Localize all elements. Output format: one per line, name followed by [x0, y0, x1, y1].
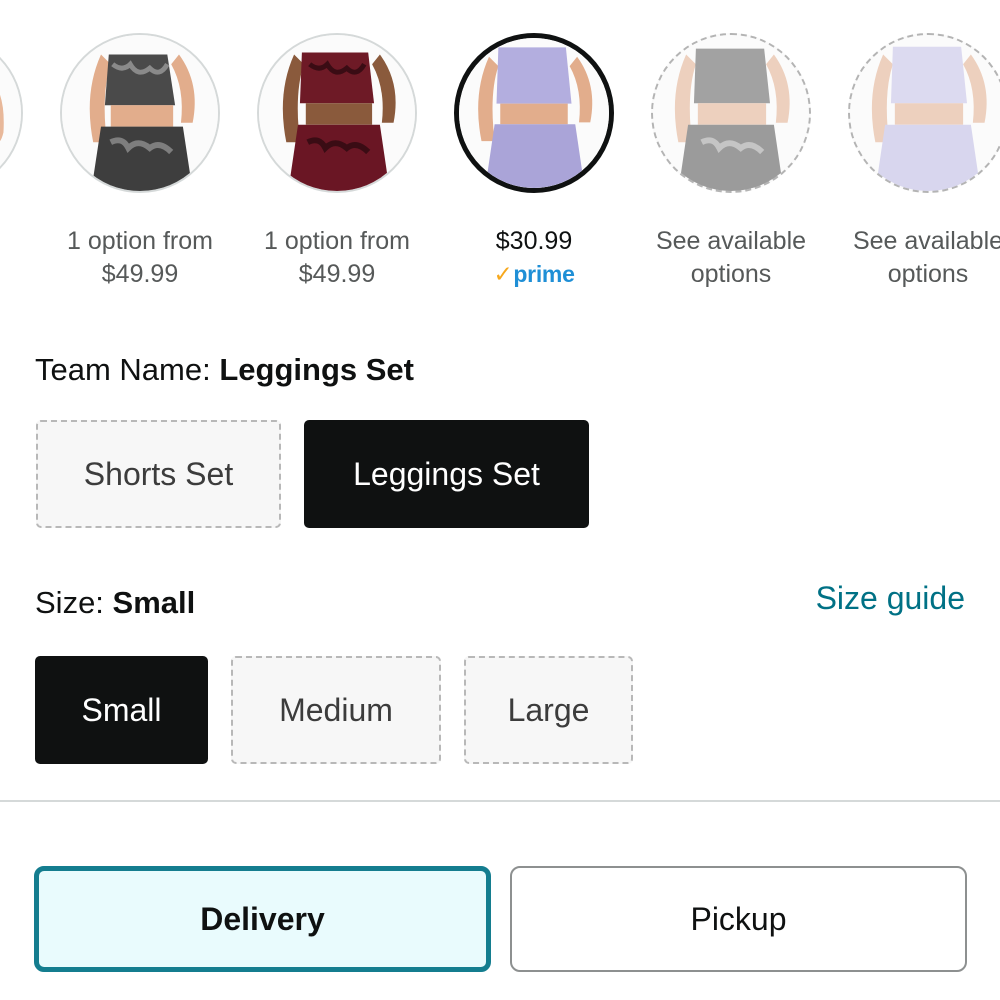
size-option-medium[interactable]: Medium — [231, 656, 441, 764]
swatch-image — [257, 33, 417, 193]
delivery-tab[interactable]: Delivery — [34, 866, 491, 972]
swatch-caption-line: See available — [655, 227, 807, 255]
swatch-image — [651, 33, 811, 193]
swatch-image — [0, 33, 23, 193]
swatch-caption: See available options — [828, 225, 1000, 291]
section-divider — [0, 800, 1000, 802]
size-option-large[interactable]: Large — [464, 656, 633, 764]
swatch-image — [60, 33, 220, 193]
swatch-image — [848, 33, 1000, 193]
team-option-leggings-set[interactable]: Leggings Set — [304, 420, 589, 528]
swatch-caption-line: options — [887, 260, 969, 288]
team-name-label: Team Name: Leggings Set — [35, 352, 414, 388]
size-option-small[interactable]: Small — [35, 656, 208, 764]
swatch-caption-line: options — [690, 260, 772, 288]
pickup-tab[interactable]: Pickup — [510, 866, 967, 972]
team-name-selected-value: Leggings Set — [219, 352, 414, 387]
prime-badge: ✓prime — [434, 258, 634, 291]
prime-label: prime — [513, 261, 575, 287]
team-option-shorts-set[interactable]: Shorts Set — [36, 420, 281, 528]
swatch-caption-line: 1 option from — [264, 227, 410, 255]
style-swatch-carousel[interactable]: 1 option from $49.99 1 option from $49.9… — [0, 0, 1000, 300]
swatch-price: $30.99 — [495, 227, 573, 255]
swatch-caption: See available options — [631, 225, 831, 291]
size-label: Size: Small — [35, 585, 195, 621]
swatch-caption-line: 1 option from — [67, 227, 213, 255]
prime-check-icon: ✓ — [493, 261, 513, 287]
size-guide-link[interactable]: Size guide — [816, 580, 965, 617]
swatch-image — [454, 33, 614, 193]
size-selected-value: Small — [112, 585, 196, 620]
team-name-label-text: Team Name: — [35, 352, 211, 387]
swatch-caption: 1 option from $49.99 — [40, 225, 240, 291]
swatch-caption: 1 option from $49.99 — [237, 225, 437, 291]
swatch-price: $49.99 — [298, 260, 376, 288]
swatch-caption: $30.99 ✓prime — [434, 225, 634, 291]
swatch-price: $49.99 — [101, 260, 179, 288]
size-label-text: Size: — [35, 585, 104, 620]
swatch-caption-line: See available — [852, 227, 1000, 255]
